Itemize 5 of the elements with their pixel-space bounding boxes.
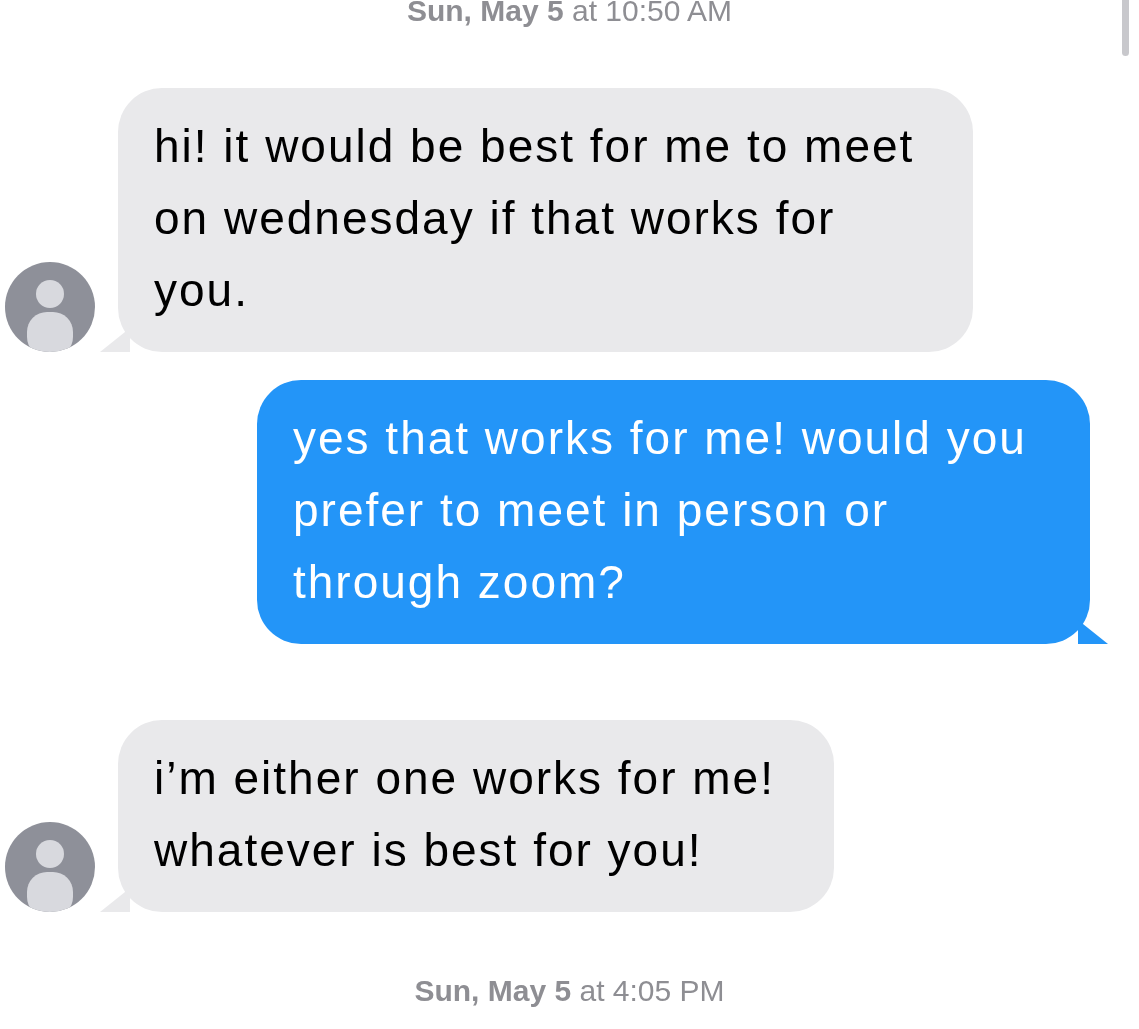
avatar-icon[interactable] [5, 822, 95, 912]
timestamp: Sun, May 5 at 10:50 AM [406, 0, 733, 28]
scroll-bar [1122, 0, 1129, 56]
timestamp: Sun, May 5 at 4:05 PM [414, 974, 725, 1008]
avatar-icon[interactable] [5, 262, 95, 352]
